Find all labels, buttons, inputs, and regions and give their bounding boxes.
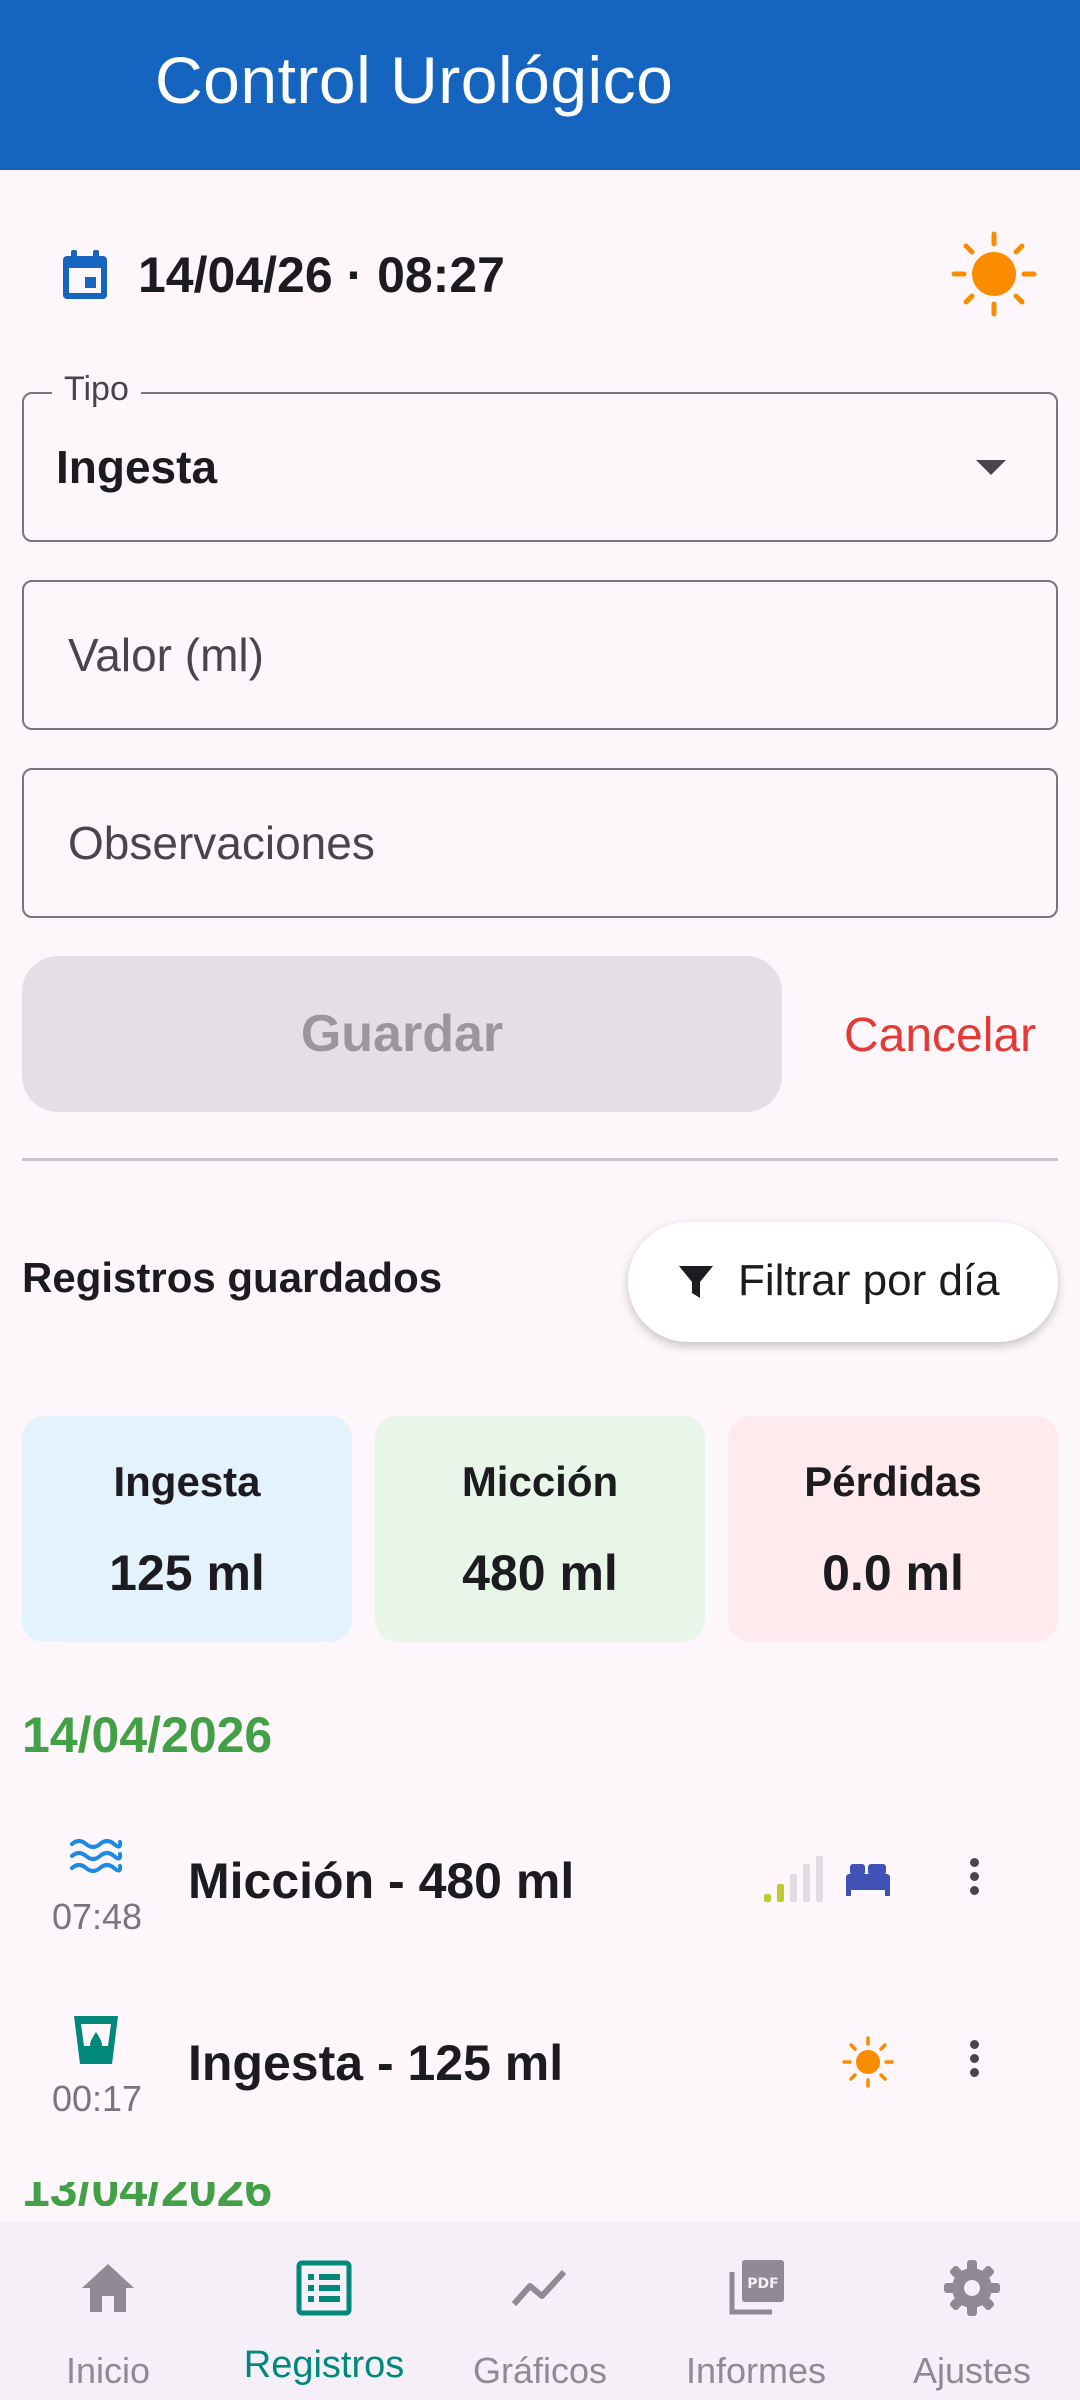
drink-cup-icon xyxy=(74,2016,118,2064)
summary-value: 480 ml xyxy=(462,1545,618,1601)
filter-label: Filtrar por día xyxy=(738,1256,1000,1305)
nav-label: Informes xyxy=(685,2350,827,2391)
gear-icon xyxy=(944,2260,1000,2316)
summary-value: 0.0 ml xyxy=(822,1545,964,1601)
sun-icon xyxy=(842,2036,894,2088)
summary-label: Ingesta xyxy=(113,1458,261,1505)
filter-icon xyxy=(679,1266,713,1298)
value-input[interactable] xyxy=(24,582,1056,728)
pdf-icon: PDF xyxy=(729,2260,784,2315)
cancel-button[interactable]: Cancelar xyxy=(820,990,1060,1080)
datetime-text: 14/04/26 · 08:27 xyxy=(138,247,505,303)
nav-item-registros[interactable]: Registros xyxy=(216,2222,432,2400)
nav-label: Registros xyxy=(243,2344,405,2386)
sun-icon[interactable] xyxy=(948,228,1040,320)
bed-icon xyxy=(846,1864,890,1896)
notes-input[interactable] xyxy=(24,770,1056,916)
summary-card-ingesta: Ingesta 125 ml xyxy=(22,1416,352,1642)
group-date-header: 14/04/2026 xyxy=(22,1707,273,1763)
nav-item-ajustes[interactable]: Ajustes xyxy=(864,2222,1080,2400)
summary-card-miccion: Micción 480 ml xyxy=(375,1416,705,1642)
nav-item-graficos[interactable]: Gráficos xyxy=(432,2222,648,2400)
record-title: Micción - 480 ml xyxy=(188,1853,575,1909)
value-field-container xyxy=(22,580,1058,730)
nav-item-inicio[interactable]: Inicio xyxy=(0,2222,216,2400)
summary-label: Pérdidas xyxy=(804,1458,982,1505)
record-time: 00:17 xyxy=(51,2078,143,2119)
bottom-navigation: Inicio Registros Gráficos PDF Informes A… xyxy=(0,2222,1080,2400)
notes-field-container xyxy=(22,768,1058,918)
dropdown-arrow-icon xyxy=(976,460,1006,475)
chart-line-icon xyxy=(511,2269,567,2306)
saved-records-title: Registros guardados xyxy=(22,1254,443,1301)
record-row[interactable]: 07:48 Micción - 480 ml xyxy=(22,1802,1058,1972)
type-value: Ingesta xyxy=(56,441,218,493)
record-menu-button[interactable] xyxy=(954,1846,994,1906)
signal-strength-icon xyxy=(764,1856,823,1902)
group-date-text: 13/04/2026 xyxy=(22,2182,272,2206)
summary-value: 125 ml xyxy=(109,1545,265,1601)
type-select[interactable]: Tipo Ingesta xyxy=(22,370,1058,542)
water-waves-icon xyxy=(70,1839,123,1873)
type-label: Tipo xyxy=(52,370,141,409)
record-title: Ingesta - 125 ml xyxy=(188,2035,564,2091)
divider xyxy=(22,1158,1058,1161)
record-row[interactable]: 00:17 Ingesta - 125 ml xyxy=(22,1984,1058,2154)
svg-text:PDF: PDF xyxy=(747,2276,778,2292)
calendar-icon xyxy=(63,250,107,299)
nav-item-informes[interactable]: PDF Informes xyxy=(648,2222,864,2400)
record-menu-button[interactable] xyxy=(954,2028,994,2088)
home-icon xyxy=(82,2264,134,2312)
save-button[interactable]: Guardar xyxy=(22,956,782,1112)
app-title: Control Urológico xyxy=(155,43,674,117)
nav-label: Ajustes xyxy=(912,2350,1032,2391)
record-time: 07:48 xyxy=(51,1896,143,1937)
app-bar: Control Urológico xyxy=(0,0,1080,170)
nav-label: Inicio xyxy=(65,2350,151,2391)
nav-label: Gráficos xyxy=(472,2350,608,2391)
summary-label: Micción xyxy=(461,1458,619,1505)
list-icon xyxy=(296,2260,352,2316)
datetime-row[interactable]: 14/04/26 · 08:27 xyxy=(60,231,1037,317)
group-date-header: 13/04/2026 xyxy=(22,2182,272,2206)
filter-by-day-button[interactable]: Filtrar por día xyxy=(628,1222,1058,1342)
summary-card-perdidas: Pérdidas 0.0 ml xyxy=(728,1416,1058,1642)
